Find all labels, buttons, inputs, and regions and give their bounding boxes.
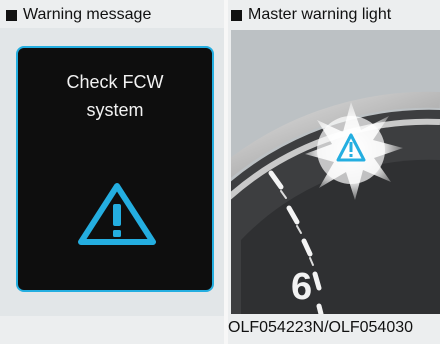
figure-code-caption: OLF054223N/OLF054030 [228,319,414,336]
right-panel-heading-text: Master warning light [248,6,392,23]
bullet-square-icon [231,9,242,21]
instrument-gauge-illustration: 6 [231,30,440,314]
column-divider [224,0,228,344]
left-panel-heading: Warning message [6,6,151,24]
bullet-square-icon [6,9,17,21]
right-panel-heading: Master warning light [231,6,391,24]
cluster-display-screen: Check FCW system [16,46,214,292]
left-panel-heading-text: Warning message [23,6,152,23]
warning-triangle-icon [78,183,156,245]
warning-message-text: Check FCW system [66,72,164,120]
gauge-number: 6 [291,266,313,308]
